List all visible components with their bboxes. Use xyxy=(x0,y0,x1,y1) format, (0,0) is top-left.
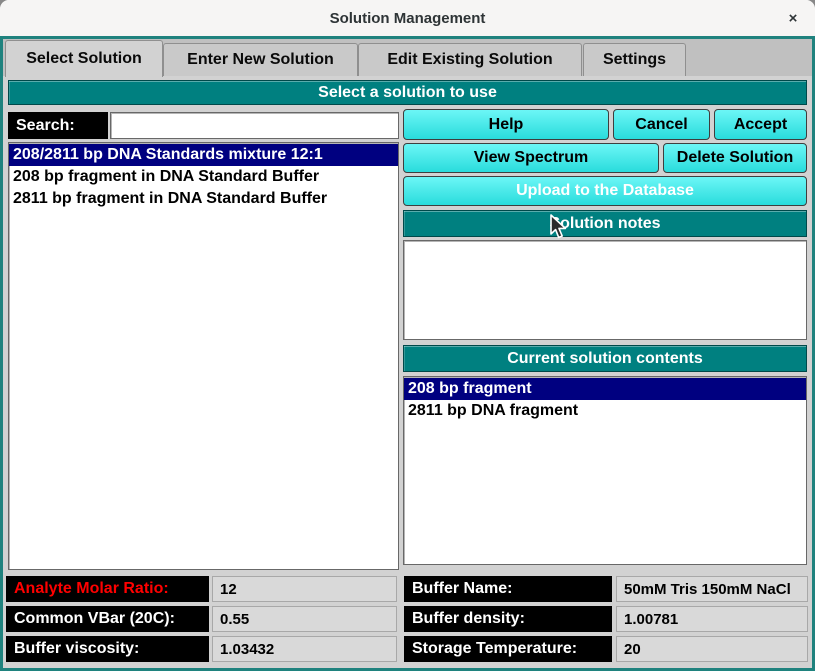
title-bar: Solution Management × xyxy=(0,0,815,36)
buffer-viscosity-label: Buffer viscosity: xyxy=(6,636,209,662)
search-input[interactable] xyxy=(110,112,399,139)
tab-bar: Select Solution Enter New Solution Edit … xyxy=(3,39,812,76)
analyte-molar-ratio-label: Analyte Molar Ratio: xyxy=(6,576,209,602)
buffer-name-label: Buffer Name: xyxy=(404,576,612,602)
view-spectrum-button[interactable]: View Spectrum xyxy=(403,143,659,173)
buffer-viscosity-value: 1.03432 xyxy=(212,636,397,662)
solution-management-window: Solution Management × Select Solution En… xyxy=(0,0,815,671)
tab-enter-new-solution[interactable]: Enter New Solution xyxy=(163,43,358,76)
solution-list-item[interactable]: 208 bp fragment in DNA Standard Buffer xyxy=(9,166,398,188)
window-title: Solution Management xyxy=(330,10,486,27)
contents-list-item[interactable]: 208 bp fragment xyxy=(404,378,806,400)
contents-listbox: 208 bp fragment 2811 bp DNA fragment xyxy=(403,376,807,565)
current-contents-banner: Current solution contents xyxy=(403,345,807,372)
cancel-button[interactable]: Cancel xyxy=(613,109,710,140)
solution-notes-banner: Solution notes xyxy=(403,210,807,237)
tab-select-solution[interactable]: Select Solution xyxy=(5,40,163,77)
buffer-density-value: 1.00781 xyxy=(616,606,808,632)
analyte-molar-ratio-value: 12 xyxy=(212,576,397,602)
solution-listbox: 208/2811 bp DNA Standards mixture 12:1 2… xyxy=(8,142,399,570)
close-icon[interactable]: × xyxy=(781,7,805,29)
solution-notes-textarea[interactable] xyxy=(403,240,807,340)
accept-button[interactable]: Accept xyxy=(714,109,807,140)
help-button[interactable]: Help xyxy=(403,109,609,140)
common-vbar-label: Common VBar (20C): xyxy=(6,606,209,632)
buffer-density-label: Buffer density: xyxy=(404,606,612,632)
contents-list-item[interactable]: 2811 bp DNA fragment xyxy=(404,400,806,422)
search-label: Search: xyxy=(8,112,108,139)
upload-to-database-button[interactable]: Upload to the Database xyxy=(403,176,807,206)
tab-edit-existing-solution[interactable]: Edit Existing Solution xyxy=(358,43,582,76)
delete-solution-button[interactable]: Delete Solution xyxy=(663,143,807,173)
storage-temperature-label: Storage Temperature: xyxy=(404,636,612,662)
tab-settings[interactable]: Settings xyxy=(583,43,686,76)
solution-list-item[interactable]: 2811 bp fragment in DNA Standard Buffer xyxy=(9,188,398,210)
solution-list-item[interactable]: 208/2811 bp DNA Standards mixture 12:1 xyxy=(9,144,398,166)
select-solution-banner: Select a solution to use xyxy=(8,80,807,105)
buffer-name-value: 50mM Tris 150mM NaCl xyxy=(616,576,808,602)
common-vbar-value: 0.55 xyxy=(212,606,397,632)
storage-temperature-value: 20 xyxy=(616,636,808,662)
